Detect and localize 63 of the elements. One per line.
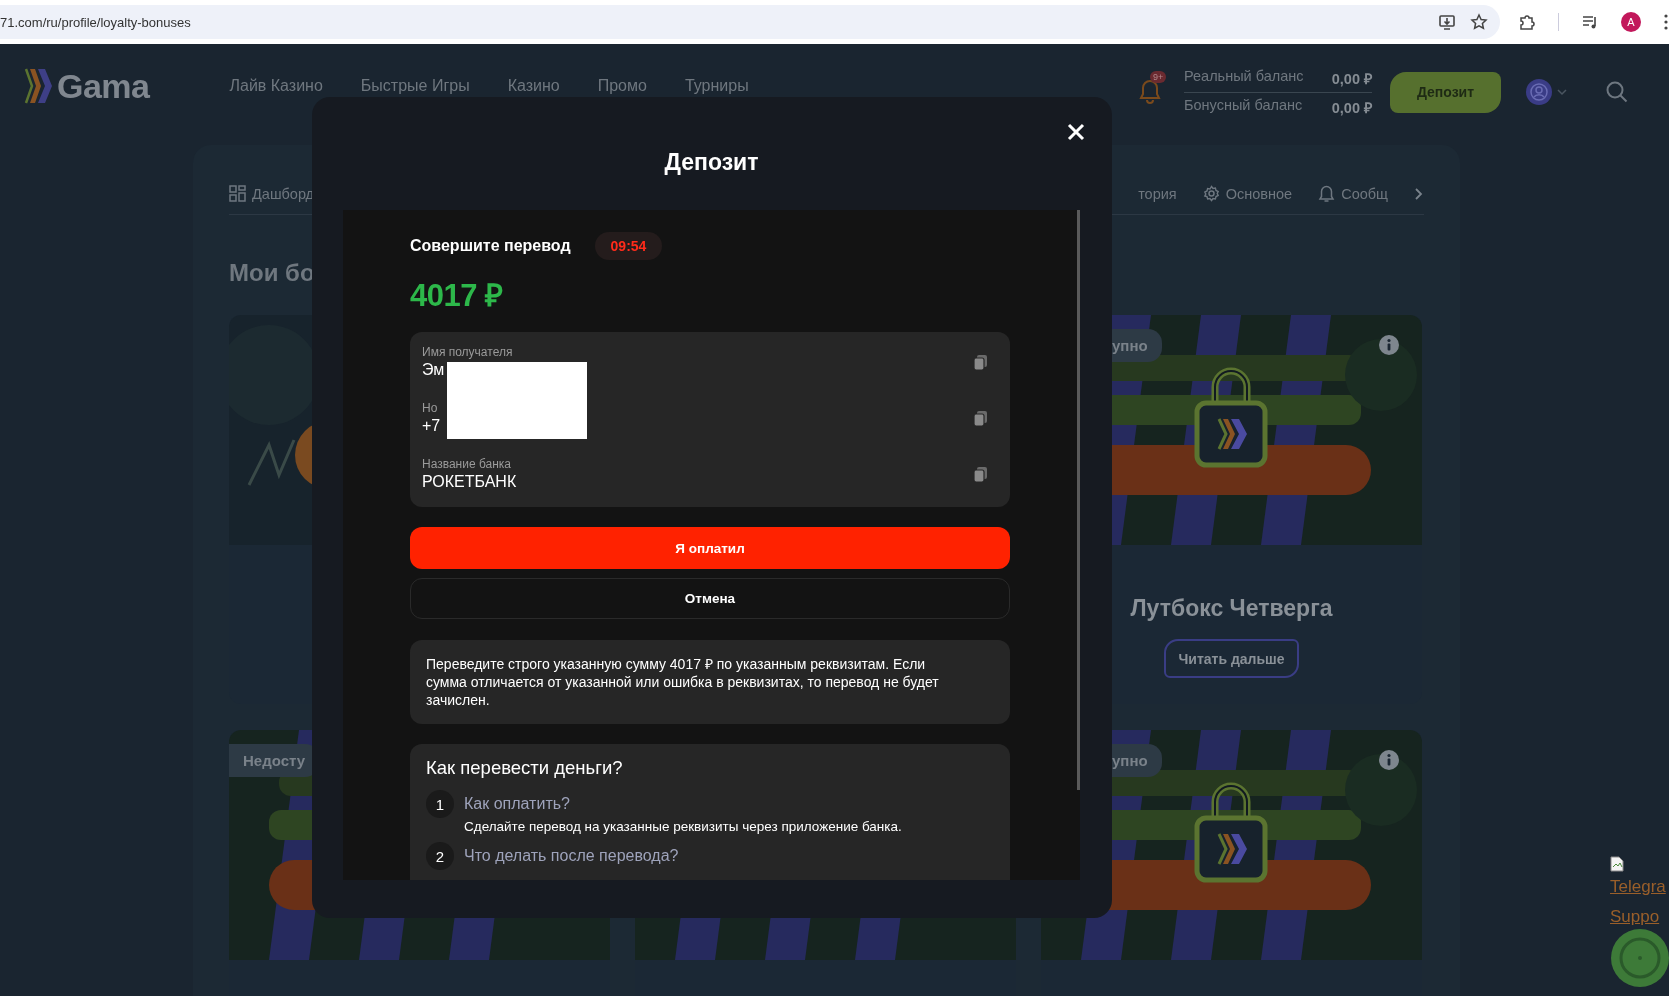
profile-tab[interactable]: Сообщ <box>1318 185 1388 202</box>
step-answer: Сделайте перевод на указанные реквизиты через приложение банка. <box>464 818 902 836</box>
install-icon[interactable] <box>1438 13 1456 31</box>
read-more-button[interactable]: Читать дальше <box>1164 639 1299 678</box>
deposit-button[interactable]: Депозит <box>1390 71 1501 113</box>
status-badge: упно <box>1110 744 1162 777</box>
step-question[interactable]: Как оплатить? <box>464 790 902 818</box>
scrollbar[interactable] <box>1077 210 1080 790</box>
card-title: Лутбокс Четверга <box>1130 595 1333 622</box>
chat-button-icon[interactable] <box>1610 928 1669 988</box>
status-badge: упно <box>1110 329 1162 362</box>
info-icon[interactable] <box>1379 335 1399 355</box>
nav-link[interactable]: Казино <box>507 77 560 95</box>
address-bar[interactable]: 71.com/ru/profile/loyalty-bonuses <box>0 5 1500 39</box>
balance-value: 0,00 ₽ <box>1331 69 1372 88</box>
logo-icon[interactable] <box>24 67 54 105</box>
field-value: +7 <box>422 416 441 436</box>
cancel-button[interactable]: Отмена <box>410 578 1010 619</box>
field-label: Но <box>422 400 438 416</box>
modal-title: Депозит <box>664 149 759 176</box>
nav-link[interactable]: Промо <box>597 77 647 95</box>
paid-button[interactable]: Я оплатил <box>410 527 1010 569</box>
step-question[interactable]: Что делать после перевода? <box>464 842 679 870</box>
broken-image-icon <box>1610 856 1624 872</box>
field-value: Эм <box>422 360 445 380</box>
profile-avatar[interactable]: A <box>1621 12 1641 32</box>
copy-icon[interactable] <box>973 465 988 483</box>
instructions-title: Как перевести деньги? <box>426 758 624 778</box>
star-icon[interactable] <box>1470 13 1488 31</box>
copy-icon[interactable] <box>973 353 988 371</box>
nav-link[interactable]: Лайв Казино <box>229 77 323 95</box>
timer: 09:54 <box>594 232 663 260</box>
balance-value: 0,00 ₽ <box>1331 98 1372 117</box>
gear-icon <box>1202 185 1220 202</box>
bell-icon <box>1318 185 1336 202</box>
field-value: РОКЕТБАНК <box>422 472 517 492</box>
notice-text: Переведите строго указанную сумму 4017 ₽ по указанным реквизитам. Если сумма отличается от указанной или ошибка в реквизитах, то перевод не будет зачислен. <box>426 655 940 709</box>
chevron-right-icon[interactable] <box>1414 186 1424 201</box>
step-number: 1 <box>426 790 454 818</box>
info-icon[interactable] <box>1379 750 1399 770</box>
step-number: 2 <box>426 842 454 870</box>
transfer-label: Совершите перевод <box>410 237 571 255</box>
media-icon[interactable] <box>1581 13 1599 31</box>
balance-label: Бонусный баланс <box>1184 96 1303 115</box>
grid-icon <box>229 185 246 202</box>
amount: 4017 ₽ <box>410 278 504 314</box>
nav-link[interactable]: Быстрые Игры <box>360 77 470 95</box>
profile-tab[interactable]: Основное <box>1202 185 1293 202</box>
balance-label: Реальный баланс <box>1184 67 1304 86</box>
menu-icon[interactable] <box>1663 13 1669 31</box>
logo-text[interactable]: Gama <box>57 66 150 106</box>
field-label: Имя получателя <box>422 344 513 360</box>
nav-link[interactable]: Турниры <box>684 77 749 95</box>
puzzle-icon[interactable] <box>1518 13 1536 31</box>
profile-tab[interactable]: тория <box>1138 185 1177 202</box>
support-link[interactable]: Suppo <box>1610 902 1660 932</box>
close-icon[interactable] <box>1067 123 1085 141</box>
notification-badge: 9+ <box>1150 71 1167 83</box>
field-label: Название банка <box>422 456 512 472</box>
support-link[interactable]: Telegra <box>1610 872 1666 902</box>
search-icon[interactable] <box>1605 80 1629 104</box>
copy-icon[interactable] <box>973 409 988 427</box>
user-avatar-icon[interactable] <box>1525 78 1553 106</box>
